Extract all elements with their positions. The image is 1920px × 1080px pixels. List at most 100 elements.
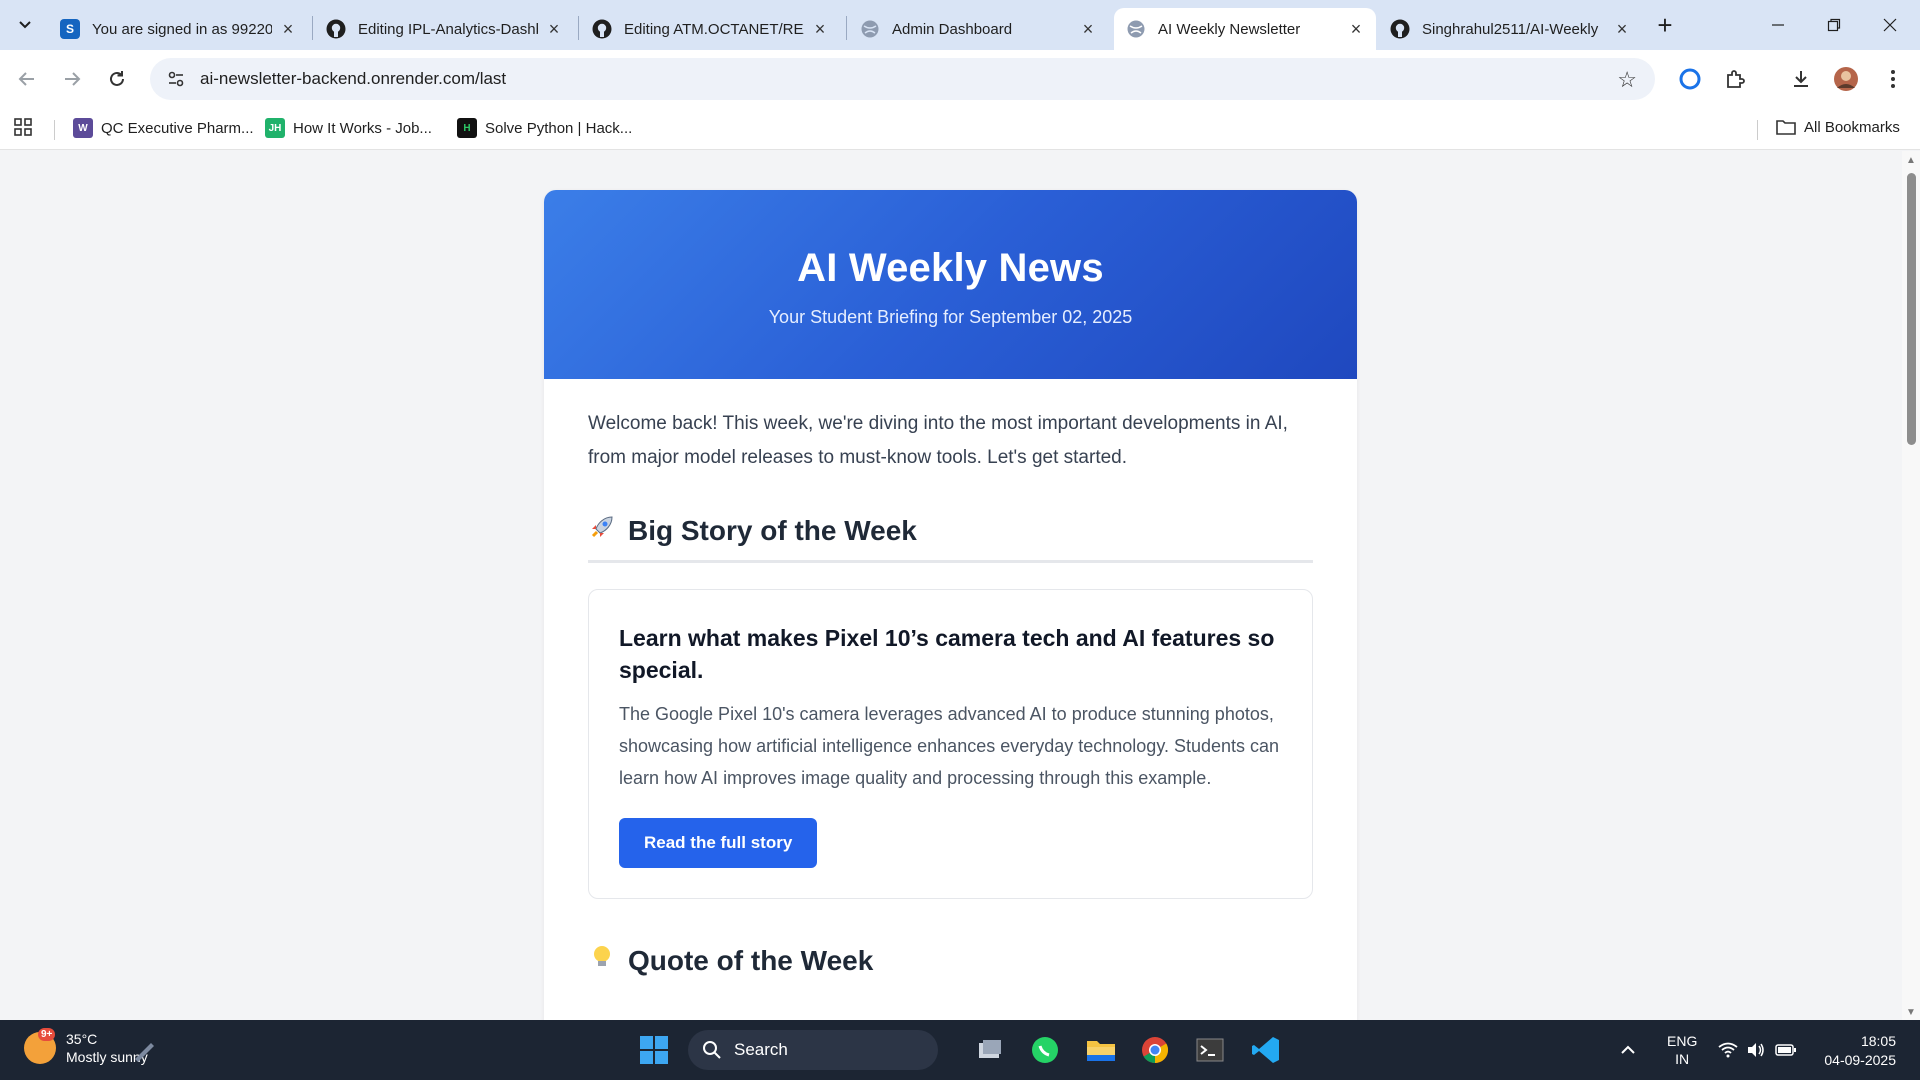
search-label: Search: [734, 1040, 788, 1059]
url-text[interactable]: ai-newsletter-backend.onrender.com/last: [200, 69, 506, 89]
tray-overflow-icon[interactable]: [1620, 1020, 1636, 1080]
terminal-icon[interactable]: [1190, 1030, 1230, 1070]
close-icon[interactable]: ×: [1612, 19, 1632, 39]
tab-editing-ipl[interactable]: Editing IPL-Analytics-Dashb ×: [314, 8, 574, 50]
wifi-icon[interactable]: [1718, 1020, 1738, 1080]
back-button[interactable]: [10, 62, 44, 96]
rocket-icon: [588, 513, 616, 548]
newsletter-header: AI Weekly News Your Student Briefing for…: [544, 190, 1357, 379]
profile-avatar[interactable]: [1829, 62, 1863, 96]
scrollbar-thumb[interactable]: [1907, 173, 1916, 445]
site-info-icon[interactable]: [156, 58, 196, 100]
bookmark-label: How It Works - Job...: [293, 119, 432, 137]
bookmarks-bar: W QC Executive Pharm... JH How It Works …: [0, 108, 1920, 150]
pen-app-icon[interactable]: [124, 1030, 164, 1070]
bookmark-qc-executive[interactable]: W QC Executive Pharm...: [73, 118, 254, 138]
story-summary: The Google Pixel 10's camera leverages a…: [619, 704, 1280, 788]
extension-copilot-icon[interactable]: [1673, 62, 1707, 96]
chrome-icon[interactable]: [1135, 1030, 1175, 1070]
newsletter-subtitle: Your Student Briefing for September 02, …: [768, 307, 1133, 327]
tab-title: Editing IPL-Analytics-Dashb: [358, 20, 538, 38]
new-tab-button[interactable]: +: [1650, 10, 1680, 40]
address-bar[interactable]: ai-newsletter-backend.onrender.com/last …: [150, 58, 1655, 100]
newsletter-title: AI Weekly News: [797, 246, 1104, 290]
page-scrollbar[interactable]: ▲ ▼: [1902, 151, 1920, 1020]
file-explorer-icon[interactable]: [1081, 1030, 1121, 1070]
tab-title: AI Weekly Newsletter: [1158, 20, 1301, 38]
close-icon[interactable]: ×: [1346, 19, 1366, 39]
tab-title: You are signed in as 99220: [92, 20, 272, 38]
tab-title: Admin Dashboard: [892, 20, 1013, 38]
region-code: IN: [1675, 1051, 1690, 1067]
restore-icon: [1827, 18, 1841, 32]
close-icon[interactable]: ×: [544, 19, 564, 39]
scroll-up-arrow-icon[interactable]: ▲: [1905, 155, 1917, 166]
hackerrank-favicon-icon: H: [457, 118, 477, 138]
page-viewport: AI Weekly News Your Student Briefing for…: [0, 151, 1902, 1020]
extensions-puzzle-icon[interactable]: [1718, 62, 1752, 96]
more-menu-icon[interactable]: [1876, 62, 1910, 96]
read-full-story-button[interactable]: Read the full story: [619, 818, 818, 868]
bookmark-star-icon[interactable]: ☆: [1617, 67, 1637, 93]
language-indicator[interactable]: ENG IN: [1667, 1020, 1697, 1080]
newsletter-card: AI Weekly News Your Student Briefing for…: [544, 190, 1357, 1020]
close-icon[interactable]: ×: [810, 19, 830, 39]
clock-time: 18:05: [1860, 1033, 1896, 1049]
tab-title: Editing ATM.OCTANET/REA: [624, 20, 804, 38]
scroll-down-arrow-icon[interactable]: ▼: [1905, 1007, 1917, 1018]
bookmark-solve-python[interactable]: H Solve Python | Hack...: [457, 118, 632, 138]
folder-icon: [1776, 120, 1796, 135]
tab-signed-in[interactable]: S You are signed in as 99220 ×: [48, 8, 308, 50]
close-icon[interactable]: ×: [278, 19, 298, 39]
system-clock[interactable]: 18:05 04-09-2025: [1824, 1032, 1896, 1070]
volume-icon[interactable]: [1746, 1020, 1766, 1080]
close-window-button[interactable]: [1862, 0, 1918, 50]
plus-icon: +: [1657, 9, 1673, 40]
restore-button[interactable]: [1806, 0, 1862, 50]
github-icon: [592, 19, 612, 39]
big-story-heading: Big Story of the Week: [628, 514, 917, 546]
tab-title: Singhrahul2511/AI-Weekly: [1422, 20, 1599, 38]
quote-section-header: Quote of the Week: [588, 943, 1313, 990]
whatsapp-icon[interactable]: [1025, 1030, 1065, 1070]
s-favicon-icon: S: [60, 19, 80, 39]
windows-start-icon[interactable]: [634, 1030, 674, 1070]
battery-icon[interactable]: [1775, 1020, 1797, 1080]
chevron-down-icon: [19, 21, 31, 29]
bookmark-label: Solve Python | Hack...: [485, 119, 633, 137]
minimize-button[interactable]: [1750, 0, 1806, 50]
big-story-section-header: Big Story of the Week: [588, 513, 1313, 563]
close-icon[interactable]: ×: [1078, 19, 1098, 39]
task-view-icon[interactable]: [970, 1030, 1010, 1070]
download-icon[interactable]: [1784, 62, 1818, 96]
lightbulb-icon: [588, 943, 616, 978]
newsletter-content: Welcome back! This week, we're diving in…: [544, 379, 1357, 990]
all-bookmarks-button[interactable]: All Bookmarks: [1776, 118, 1900, 136]
github-icon: [326, 19, 346, 39]
apps-grid-icon[interactable]: [14, 118, 32, 136]
clock-date: 04-09-2025: [1824, 1052, 1896, 1068]
windows-taskbar: 9+ 35°C Mostly sunny Search ENG IN 18:05…: [0, 1020, 1920, 1080]
tab-strip: S You are signed in as 99220 × Editing I…: [0, 0, 1920, 50]
big-story-card: Learn what makes Pixel 10’s camera tech …: [588, 589, 1313, 899]
minimize-icon: [1772, 24, 1784, 26]
github-icon: [1390, 19, 1410, 39]
language-code: ENG: [1667, 1033, 1698, 1049]
vscode-icon[interactable]: [1246, 1030, 1286, 1070]
forward-button[interactable]: [55, 62, 89, 96]
taskbar-search[interactable]: Search: [688, 1030, 938, 1070]
tab-github-repo[interactable]: Singhrahul2511/AI-Weekly ×: [1378, 8, 1642, 50]
tab-search-button[interactable]: [10, 10, 40, 40]
globe-icon: [860, 19, 880, 39]
bookmark-how-it-works[interactable]: JH How It Works - Job...: [265, 118, 432, 138]
globe-icon: [1126, 19, 1146, 39]
close-icon: [1883, 18, 1897, 32]
reload-button[interactable]: [100, 62, 134, 96]
sun-icon: 9+: [24, 1028, 56, 1064]
tab-editing-atm[interactable]: Editing ATM.OCTANET/REA ×: [580, 8, 840, 50]
quote-heading: Quote of the Week: [628, 944, 874, 976]
reload-icon: [110, 71, 124, 86]
tab-ai-weekly-newsletter[interactable]: AI Weekly Newsletter ×: [1114, 8, 1376, 50]
jh-favicon-icon: JH: [265, 118, 285, 138]
tab-admin-dashboard[interactable]: Admin Dashboard ×: [848, 8, 1108, 50]
